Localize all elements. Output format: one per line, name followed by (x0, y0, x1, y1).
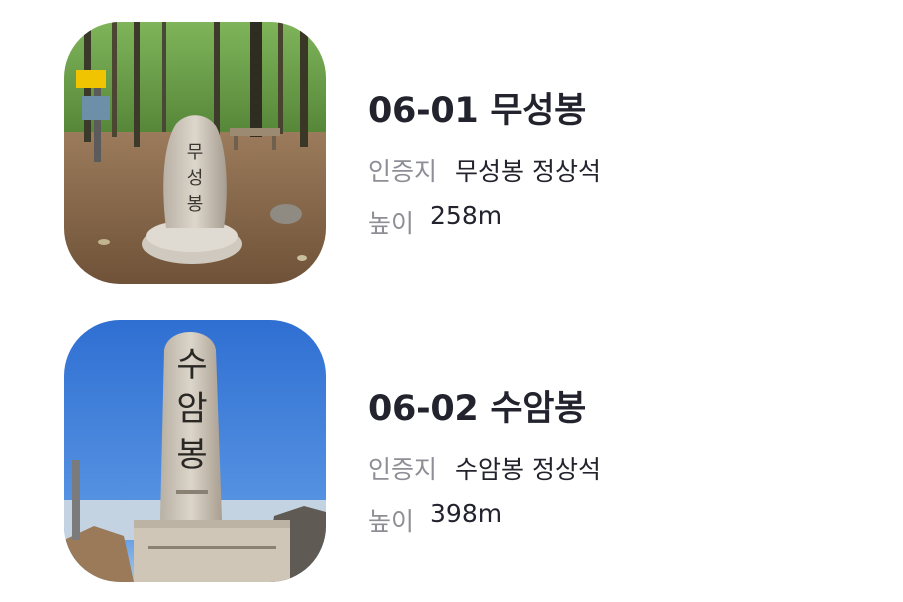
summit-stone-photo: 무 성 봉 (64, 22, 326, 284)
peak-title: 06-01 무성봉 (368, 91, 587, 131)
height-label: 높이 (368, 209, 415, 238)
peak-photo: 수 암 봉 (64, 320, 326, 582)
cert-label: 인증지 (368, 157, 438, 186)
height-row: 높이 398m (368, 499, 503, 538)
summit-stone-photo: 수 암 봉 (64, 320, 326, 582)
svg-text:봉: 봉 (176, 435, 207, 475)
svg-text:성: 성 (187, 168, 204, 189)
peak-title: 06-02 수암봉 (368, 389, 587, 429)
cert-value: 무성봉 정상석 (455, 157, 601, 186)
height-row: 높이 258m (368, 201, 503, 240)
cert-value: 수암봉 정상석 (455, 455, 601, 484)
height-label: 높이 (368, 507, 415, 536)
height-value: 258m (430, 201, 503, 230)
cert-label: 인증지 (368, 455, 438, 484)
svg-text:암: 암 (176, 389, 207, 429)
cert-row: 인증지 무성봉 정상석 (368, 152, 601, 188)
cert-row: 인증지 수암봉 정상석 (368, 450, 601, 486)
peak-card[interactable]: 무 성 봉 06-01 무성봉 인증지 무성봉 정상석 높이 258m (0, 14, 903, 284)
peak-photo: 무 성 봉 (64, 22, 326, 284)
height-value: 398m (430, 499, 503, 528)
peak-list: 무 성 봉 06-01 무성봉 인증지 무성봉 정상석 높이 258m 수 암 … (0, 0, 903, 602)
peak-card[interactable]: 수 암 봉 06-02 수암봉 인증지 수암봉 정상석 높이 398m (0, 312, 903, 582)
svg-text:무: 무 (187, 142, 204, 163)
svg-text:수: 수 (176, 345, 207, 385)
svg-text:봉: 봉 (187, 194, 204, 215)
